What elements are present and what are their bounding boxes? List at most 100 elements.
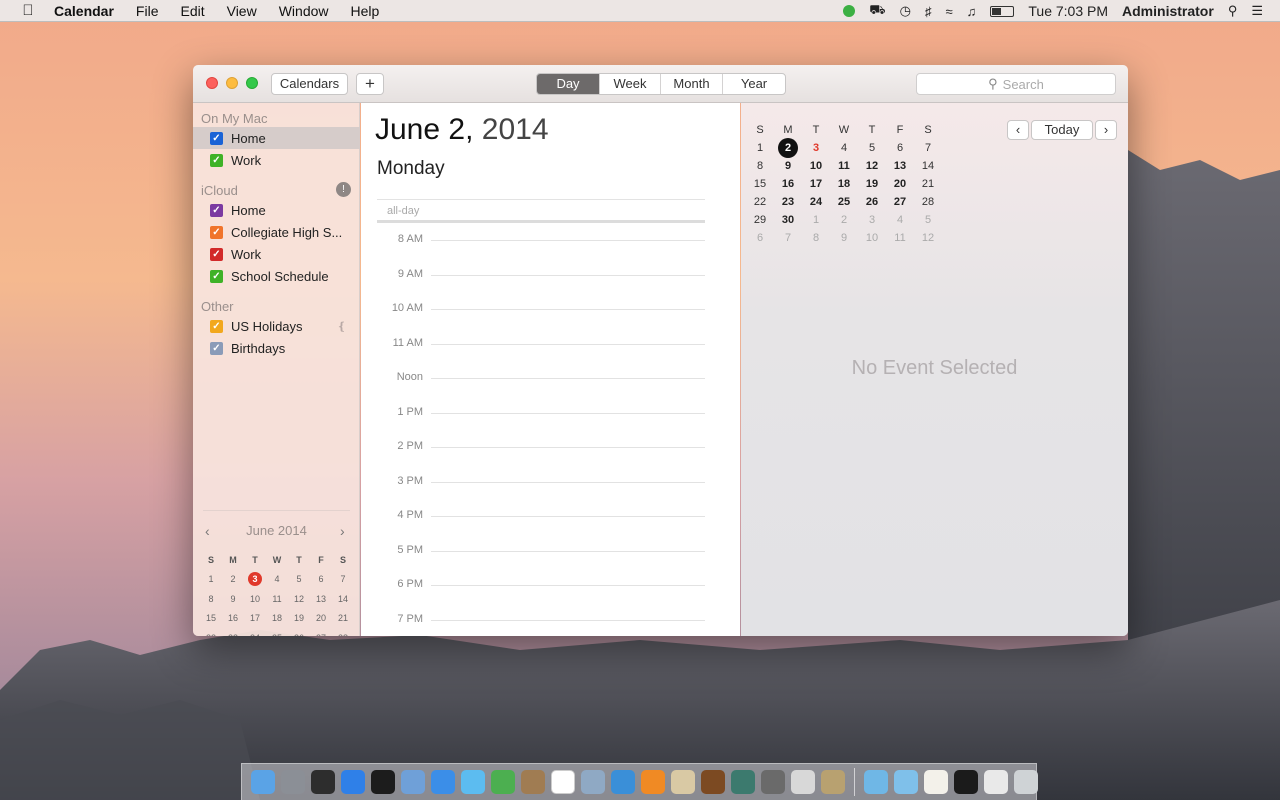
notification-center-icon[interactable]: ☰ <box>1251 3 1263 19</box>
checkbox-icon[interactable]: ✓ <box>210 153 223 167</box>
dock-chess-icon[interactable] <box>671 770 695 794</box>
dock-app-store-icon[interactable] <box>341 770 365 794</box>
hour-row[interactable]: 5 PM <box>377 544 705 556</box>
dock-mail-draft-icon[interactable] <box>984 770 1008 794</box>
mini-day[interactable]: 18 <box>266 613 288 623</box>
warning-icon[interactable]: ! <box>336 182 351 197</box>
mini-day[interactable]: 15 <box>200 613 222 623</box>
mini-day[interactable]: 19 <box>288 613 310 623</box>
checkbox-icon[interactable]: ✓ <box>210 269 223 283</box>
month-day[interactable]: 9 <box>830 232 858 244</box>
prev-day-button[interactable]: ‹ <box>1007 120 1029 140</box>
dock-launchpad-icon[interactable] <box>281 770 305 794</box>
month-day[interactable]: 21 <box>914 178 942 190</box>
wifi-icon[interactable]: ≈ <box>945 4 952 19</box>
month-day[interactable]: 10 <box>858 232 886 244</box>
dock-calendar-icon[interactable] <box>551 770 575 794</box>
hour-row[interactable]: 9 AM <box>377 268 705 280</box>
hour-row[interactable]: 1 PM <box>377 406 705 418</box>
dock-contacts-icon[interactable] <box>521 770 545 794</box>
dock-installer-icon[interactable] <box>821 770 845 794</box>
month-day[interactable]: 23 <box>774 196 802 208</box>
bluetooth-icon[interactable]: ♯ <box>925 4 932 19</box>
month-day[interactable]: 9 <box>774 160 802 172</box>
month-day[interactable]: 1 <box>802 214 830 226</box>
month-day[interactable]: 2 <box>778 138 798 158</box>
mini-day[interactable]: 21 <box>332 613 354 623</box>
dock-mission-control-icon[interactable] <box>311 770 335 794</box>
calendar-item-school-schedule[interactable]: ✓ School Schedule <box>193 265 360 287</box>
month-day[interactable]: 10 <box>802 160 830 172</box>
mini-day[interactable]: 17 <box>244 613 266 623</box>
calendar-item-home-icloud[interactable]: ✓ Home <box>193 199 360 221</box>
hour-row[interactable]: 11 AM <box>377 337 705 349</box>
calendar-item-work-icloud[interactable]: ✓ Work <box>193 243 360 265</box>
calendars-button[interactable]: Calendars <box>271 73 348 95</box>
mini-day[interactable]: 23 <box>222 633 244 636</box>
mini-day[interactable]: 8 <box>200 594 222 604</box>
month-day[interactable]: 24 <box>802 196 830 208</box>
calendar-item-birthdays[interactable]: ✓ Birthdays <box>193 337 360 359</box>
checkbox-icon[interactable]: ✓ <box>210 341 223 355</box>
next-day-button[interactable]: › <box>1095 120 1117 140</box>
mini-day[interactable]: 27 <box>310 633 332 636</box>
hour-row[interactable]: Noon <box>377 371 705 383</box>
dock-documents-icon[interactable] <box>894 770 918 794</box>
zoom-window-button[interactable] <box>246 77 258 89</box>
mini-day[interactable]: 11 <box>266 594 288 604</box>
menu-view[interactable]: View <box>216 0 268 22</box>
dock-itunes-icon[interactable] <box>611 770 635 794</box>
checkbox-icon[interactable]: ✓ <box>210 319 223 333</box>
mini-day[interactable]: 26 <box>288 633 310 636</box>
time-machine-icon[interactable]: ◷ <box>900 3 911 19</box>
tab-month[interactable]: Month <box>661 74 723 94</box>
calendar-item-work-mac[interactable]: ✓ Work <box>193 149 360 171</box>
dock-photo-icon[interactable] <box>581 770 605 794</box>
calendar-item-us-holidays[interactable]: ✓ US Holidays ❴ <box>193 315 360 337</box>
month-day[interactable]: 30 <box>774 214 802 226</box>
menu-app-name[interactable]: Calendar <box>38 0 125 22</box>
tab-week[interactable]: Week <box>600 74 661 94</box>
mini-day[interactable]: 6 <box>310 574 332 584</box>
apple-menu-icon[interactable]:  <box>18 2 38 19</box>
calendar-item-home-mac[interactable]: ✓ Home <box>193 127 360 149</box>
hour-row[interactable]: 4 PM <box>377 509 705 521</box>
month-day[interactable]: 11 <box>830 160 858 172</box>
hour-row[interactable]: 3 PM <box>377 475 705 487</box>
minimize-window-button[interactable] <box>226 77 238 89</box>
mini-day[interactable]: 2 <box>222 574 244 584</box>
add-event-button[interactable]: + <box>356 73 384 95</box>
month-day[interactable]: 16 <box>774 178 802 190</box>
month-day[interactable]: 5 <box>914 214 942 226</box>
month-day[interactable]: 20 <box>886 178 914 190</box>
dock-applications-icon[interactable] <box>864 770 888 794</box>
month-day[interactable]: 2 <box>830 214 858 226</box>
month-day[interactable]: 11 <box>886 232 914 244</box>
mini-day[interactable]: 28 <box>332 633 354 636</box>
menu-window[interactable]: Window <box>268 0 340 22</box>
month-day[interactable]: 7 <box>774 232 802 244</box>
month-day[interactable]: 13 <box>886 160 914 172</box>
menu-help[interactable]: Help <box>340 0 391 22</box>
month-day[interactable]: 5 <box>858 142 886 154</box>
month-day[interactable]: 15 <box>746 178 774 190</box>
dock-terminal-icon[interactable] <box>954 770 978 794</box>
month-day[interactable]: 3 <box>858 214 886 226</box>
month-day[interactable]: 14 <box>914 160 942 172</box>
month-day[interactable]: 6 <box>886 142 914 154</box>
mini-day[interactable]: 14 <box>332 594 354 604</box>
next-month-icon[interactable]: › <box>340 523 345 539</box>
close-window-button[interactable] <box>206 77 218 89</box>
mini-day[interactable]: 7 <box>332 574 354 584</box>
month-day[interactable]: 8 <box>746 160 774 172</box>
month-day[interactable]: 19 <box>858 178 886 190</box>
spotlight-search-icon[interactable]: ⚲ <box>1228 3 1238 19</box>
dock-messages-icon[interactable] <box>461 770 485 794</box>
menu-file[interactable]: File <box>125 0 170 22</box>
clock-text[interactable]: Tue 7:03 PM <box>1028 3 1108 19</box>
dock-time-machine-icon[interactable] <box>731 770 755 794</box>
mini-day[interactable]: 10 <box>244 594 266 604</box>
battery-icon[interactable] <box>990 5 1015 17</box>
checkbox-icon[interactable]: ✓ <box>210 131 223 145</box>
status-dot-icon[interactable] <box>843 5 856 17</box>
